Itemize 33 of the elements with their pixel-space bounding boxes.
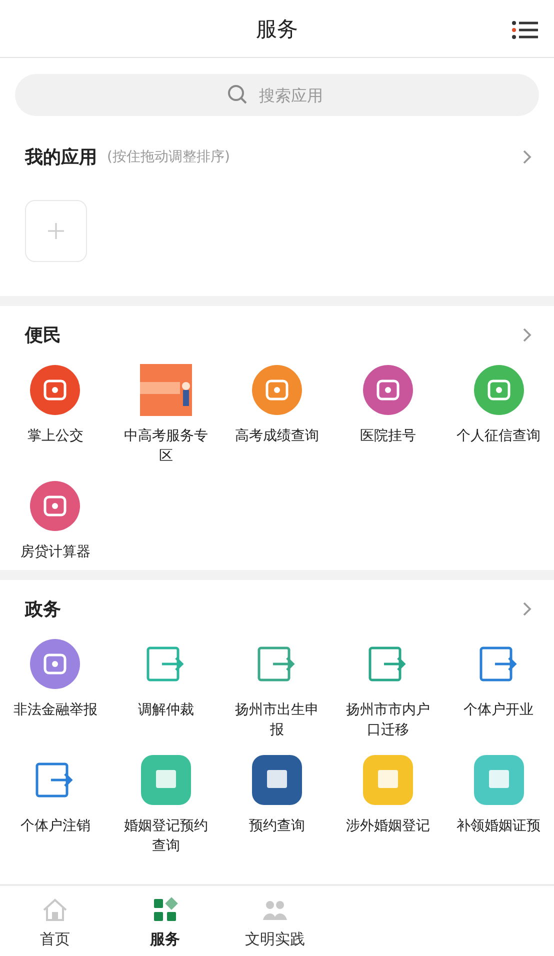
- search-field[interactable]: 搜索应用: [15, 74, 539, 116]
- app-label[interactable]: 婚姻登记预约查询: [120, 816, 212, 856]
- app-label[interactable]: 个体户注销: [9, 816, 102, 836]
- app-label[interactable]: 涉外婚姻登记: [342, 816, 434, 836]
- search-icon: [227, 84, 249, 106]
- app-label[interactable]: 个人征信查询: [452, 426, 545, 446]
- section-title: 便民: [25, 324, 61, 347]
- chevron-icon[interactable]: [522, 149, 532, 165]
- chevron-icon[interactable]: [522, 601, 532, 617]
- app-label[interactable]: 高考成绩查询: [230, 426, 323, 446]
- home-icon: [41, 896, 69, 924]
- grid-icon: [151, 896, 179, 924]
- app-label[interactable]: 预约查询: [230, 816, 323, 836]
- menu-icon[interactable]: [512, 20, 538, 40]
- app-label[interactable]: 房贷计算器: [9, 542, 102, 562]
- app-label[interactable]: 调解仲裁: [120, 700, 212, 720]
- app-label[interactable]: 医院挂号: [342, 426, 434, 446]
- chevron-icon[interactable]: [522, 327, 532, 343]
- app-label[interactable]: 扬州市出生申报: [230, 700, 323, 740]
- nav-tab[interactable]: 首页: [0, 886, 110, 956]
- app-label[interactable]: 个体户开业: [452, 700, 545, 720]
- app-label[interactable]: 扬州市市内户口迁移: [342, 700, 434, 740]
- plus-icon: [47, 222, 65, 240]
- section-title: 政务: [25, 598, 61, 621]
- app-label[interactable]: 中高考服务专区: [120, 426, 212, 466]
- page-title: 服务: [256, 16, 298, 42]
- section-hint: (按住拖动调整排序): [107, 148, 230, 166]
- app-label[interactable]: 补领婚姻证预: [452, 816, 545, 836]
- nav-tab[interactable]: 服务: [110, 886, 220, 956]
- app-label[interactable]: 非法金融举报: [9, 700, 102, 720]
- section-title: 我的应用: [25, 146, 97, 169]
- nav-tab[interactable]: 文明实践: [220, 886, 330, 956]
- app-label[interactable]: 掌上公交: [9, 426, 102, 446]
